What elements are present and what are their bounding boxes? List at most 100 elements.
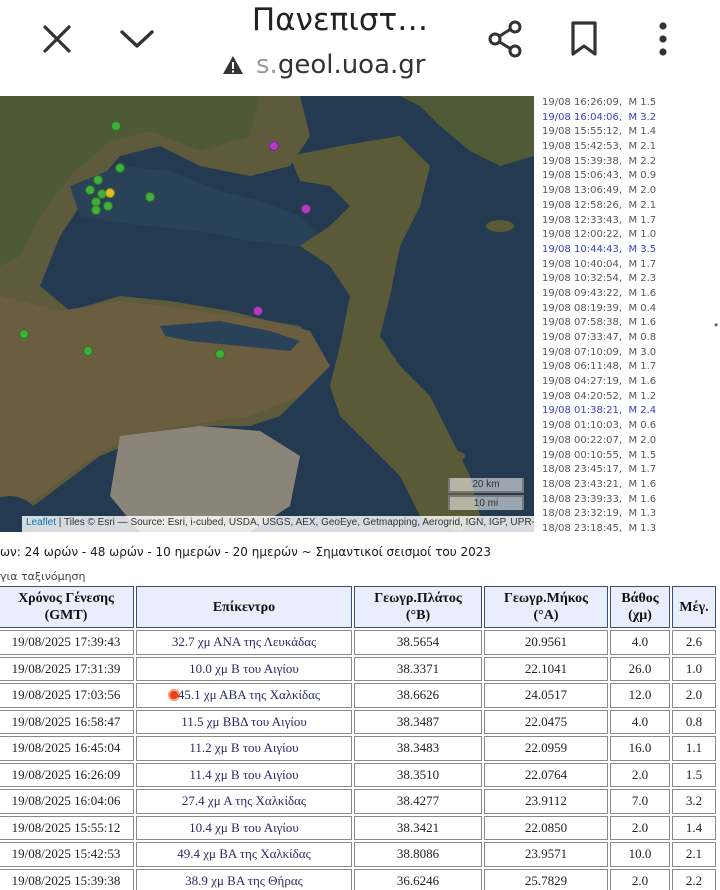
- event-list-item[interactable]: 19/08 09:43:22, M 1.6: [534, 287, 720, 302]
- quake-marker[interactable]: [83, 346, 93, 356]
- quake-marker[interactable]: [269, 141, 279, 151]
- table-row[interactable]: 19/08/2025 15:42:53 49.4 χμ ΒΑ της Χαλκίδ…: [0, 842, 716, 867]
- cell-magnitude: 2.2: [672, 868, 716, 890]
- event-list-item[interactable]: 19/08 08:19:39, M 0.4: [534, 302, 720, 317]
- header-magnitude[interactable]: Μέγ.: [672, 586, 716, 628]
- event-list-item[interactable]: 19/08 15:42:53, M 2.1: [534, 140, 720, 155]
- epicenter-text[interactable]: 11.4 χμ Β του Αιγίου: [189, 767, 298, 782]
- page-title[interactable]: Πανεπιστ…: [200, 2, 480, 38]
- event-list-item[interactable]: 19/08 12:33:43, M 1.7: [534, 214, 720, 229]
- table-row[interactable]: 19/08/2025 15:39:38 38.9 χμ ΒΑ της Θήρας 3…: [0, 868, 716, 890]
- cell-epicenter[interactable]: 11.2 χμ Β του Αιγίου: [136, 736, 352, 761]
- cell-epicenter[interactable]: 10.0 χμ Β του Αιγίου: [136, 656, 352, 681]
- event-list-item[interactable]: 18/08 23:32:19, M 1.3: [534, 507, 720, 522]
- event-list-item[interactable]: 19/08 10:40:04, M 1.7: [534, 258, 720, 273]
- epicenter-text[interactable]: 11.5 χμ ΒΒΔ του Αιγίου: [181, 714, 307, 729]
- event-list-item[interactable]: 19/08 15:39:38, M 2.2: [534, 155, 720, 170]
- time-range-links[interactable]: ων: 24 ωρών - 48 ωρών - 10 ημερών - 20 η…: [0, 545, 491, 559]
- epicenter-text[interactable]: 38.9 χμ ΒΑ της Θήρας: [185, 873, 303, 888]
- leaflet-link[interactable]: Leaflet: [26, 517, 56, 528]
- header-depth[interactable]: Βάθος (χμ): [610, 586, 670, 628]
- header-time[interactable]: Χρόνος Γένεσης (GMT): [0, 586, 134, 628]
- event-list-item[interactable]: 19/08 12:58:26, M 2.1: [534, 199, 720, 214]
- quake-marker[interactable]: [253, 306, 263, 316]
- epicenter-text[interactable]: 10.4 χμ Β του Αιγίου: [189, 820, 299, 835]
- quake-marker[interactable]: [105, 188, 115, 198]
- epicenter-text[interactable]: 49.4 χμ ΒΑ της Χαλκίδας: [177, 846, 311, 861]
- epicenter-text[interactable]: 45.1 χμ ΑΒΑ της Χαλκίδας: [178, 687, 320, 702]
- epicenter-text[interactable]: 11.2 χμ Β του Αιγίου: [189, 740, 298, 755]
- event-list-item[interactable]: 19/08 07:10:09, M 3.0: [534, 346, 720, 361]
- epicenter-text[interactable]: 32.7 χμ ΑΝΑ της Λευκάδας: [172, 634, 316, 649]
- event-list-item[interactable]: 19/08 15:55:12, M 1.4: [534, 125, 720, 140]
- cell-epicenter[interactable]: 45.1 χμ ΑΒΑ της Χαλκίδας: [136, 683, 352, 708]
- cell-magnitude: 2.0: [672, 683, 716, 708]
- event-list-item[interactable]: 19/08 13:06:49, M 2.0: [534, 184, 720, 199]
- event-list-item[interactable]: 19/08 15:06:43, M 0.9: [534, 169, 720, 184]
- quake-marker[interactable]: [301, 204, 311, 214]
- event-list-item[interactable]: 19/08 06:11:48, M 1.7: [534, 360, 720, 375]
- close-icon[interactable]: [32, 14, 82, 64]
- bookmark-icon[interactable]: [559, 14, 609, 64]
- event-list-item[interactable]: 19/08 10:44:43, M 3.5: [534, 243, 720, 258]
- event-list-item[interactable]: 19/08 16:04:06, M 3.2: [534, 111, 720, 126]
- cell-epicenter[interactable]: 11.4 χμ Β του Αιγίου: [136, 762, 352, 787]
- event-list-item[interactable]: 19/08 04:20:52, M 1.2: [534, 390, 720, 405]
- quake-marker[interactable]: [111, 121, 121, 131]
- event-list-item[interactable]: 19/08 07:33:47, M 0.8: [534, 331, 720, 346]
- quake-marker[interactable]: [115, 163, 125, 173]
- quake-marker[interactable]: [19, 329, 29, 339]
- epicenter-text[interactable]: 27.4 χμ Α της Χαλκίδας: [182, 793, 306, 808]
- header-epicenter[interactable]: Επίκεντρο: [136, 586, 352, 628]
- chevron-down-icon[interactable]: [112, 14, 162, 64]
- table-row[interactable]: 19/08/2025 17:39:43 32.7 χμ ΑΝΑ της Λευκά…: [0, 630, 716, 655]
- earthquake-map[interactable]: 20 km 10 mi Leaflet | Tiles © Esri — Sou…: [0, 96, 534, 532]
- event-list-item[interactable]: 18/08 23:43:21, M 1.6: [534, 478, 720, 493]
- cell-longitude: 24.0517: [484, 683, 608, 708]
- table-row[interactable]: 19/08/2025 16:26:09 11.4 χμ Β του Αιγίου 3…: [0, 762, 716, 787]
- table-row[interactable]: 19/08/2025 16:04:06 27.4 χμ Α της Χαλκίδα…: [0, 789, 716, 814]
- recent-events-list[interactable]: 19/08 16:26:09, M 1.5 19/08 16:04:06, M 3…: [534, 96, 720, 538]
- table-row[interactable]: 19/08/2025 16:45:04 11.2 χμ Β του Αιγίου 3…: [0, 736, 716, 761]
- table-row[interactable]: 19/08/2025 17:31:39 10.0 χμ Β του Αιγίου 3…: [0, 656, 716, 681]
- cell-time: 19/08/2025 17:03:56: [0, 683, 134, 708]
- table-row[interactable]: 19/08/2025 16:58:47 11.5 χμ ΒΒΔ του Αιγίο…: [0, 709, 716, 734]
- event-list-item[interactable]: 19/08 16:26:09, M 1.5: [534, 96, 720, 111]
- table-row[interactable]: 19/08/2025 17:03:56 45.1 χμ ΑΒΑ της Χαλκί…: [0, 683, 716, 708]
- cell-latitude: 38.6626: [354, 683, 482, 708]
- quake-marker[interactable]: [145, 192, 155, 202]
- event-list-item[interactable]: 18/08 23:39:33, M 1.6: [534, 493, 720, 508]
- more-vert-icon[interactable]: [638, 14, 688, 64]
- url-bar[interactable]: s. geol.uoa.gr: [222, 48, 425, 82]
- cell-time: 19/08/2025 16:04:06: [0, 789, 134, 814]
- table-header-row: Χρόνος Γένεσης (GMT) Επίκεντρο Γεωγρ.Πλάτος…: [0, 586, 716, 628]
- cell-epicenter[interactable]: 11.5 χμ ΒΒΔ του Αιγίου: [136, 709, 352, 734]
- quake-marker[interactable]: [93, 175, 103, 185]
- cell-magnitude: 1.0: [672, 656, 716, 681]
- event-list-item[interactable]: 19/08 10:32:54, M 2.3: [534, 272, 720, 287]
- epicenter-text[interactable]: 10.0 χμ Β του Αιγίου: [189, 661, 299, 676]
- quake-marker[interactable]: [103, 201, 113, 211]
- header-latitude[interactable]: Γεωγρ.Πλάτος (°B): [354, 586, 482, 628]
- event-list-item[interactable]: 19/08 07:58:38, M 1.6: [534, 316, 720, 331]
- header-longitude[interactable]: Γεωγρ.Μήκος (°A): [484, 586, 608, 628]
- cell-epicenter[interactable]: 49.4 χμ ΒΑ της Χαλκίδας: [136, 842, 352, 867]
- cell-epicenter[interactable]: 32.7 χμ ΑΝΑ της Λευκάδας: [136, 630, 352, 655]
- quake-marker[interactable]: [91, 205, 101, 215]
- event-list-item[interactable]: 19/08 01:38:21, M 2.4: [534, 404, 720, 419]
- event-list-item[interactable]: 19/08 01:10:03, M 0.6: [534, 419, 720, 434]
- quake-marker[interactable]: [85, 185, 95, 195]
- share-icon[interactable]: [480, 14, 530, 64]
- event-list-item[interactable]: 19/08 04:27:19, M 1.6: [534, 375, 720, 390]
- table-row[interactable]: 19/08/2025 15:55:12 10.4 χμ Β του Αιγίου 3…: [0, 815, 716, 840]
- quake-marker[interactable]: [215, 349, 225, 359]
- cell-epicenter[interactable]: 38.9 χμ ΒΑ της Θήρας: [136, 868, 352, 890]
- event-list-item[interactable]: 19/08 00:22:07, M 2.0: [534, 434, 720, 449]
- event-list-item[interactable]: 19/08 12:00:22, M 1.0: [534, 228, 720, 243]
- cell-epicenter[interactable]: 27.4 χμ Α της Χαλκίδας: [136, 789, 352, 814]
- cell-epicenter[interactable]: 10.4 χμ Β του Αιγίου: [136, 815, 352, 840]
- event-list-item[interactable]: 19/08 00:10:55, M 1.5: [534, 449, 720, 464]
- event-list-item[interactable]: 18/08 23:45:17, M 1.7: [534, 463, 720, 478]
- event-list-item[interactable]: 18/08 23:18:45, M 1.3: [534, 522, 720, 537]
- cell-time: 19/08/2025 15:42:53: [0, 842, 134, 867]
